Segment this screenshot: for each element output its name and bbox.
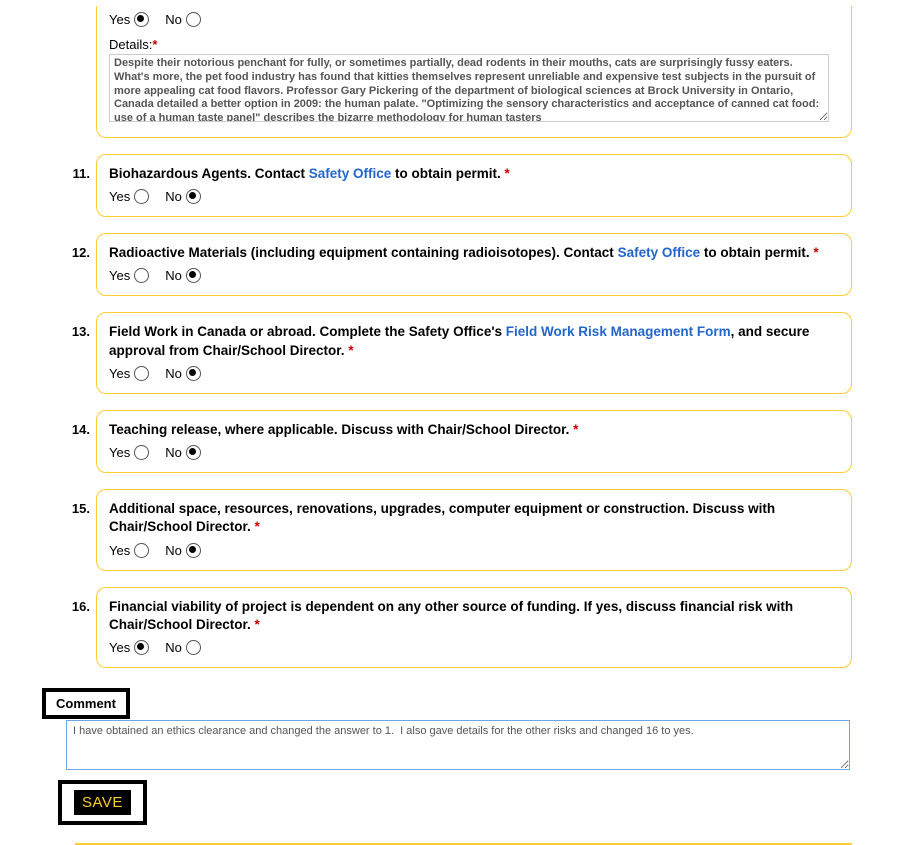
question-box: Biohazardous Agents. Contact Safety Offi… <box>96 154 852 217</box>
no-label: No <box>165 640 182 655</box>
required-marker: * <box>255 617 260 632</box>
link[interactable]: Safety Office <box>618 245 701 260</box>
required-marker: * <box>505 166 510 181</box>
yes-no-group: Yes No <box>109 445 839 460</box>
yes-label: Yes <box>109 543 130 558</box>
link[interactable]: Safety Office <box>309 166 392 181</box>
question-text: Financial viability of project is depend… <box>109 598 839 634</box>
radio-no[interactable] <box>186 12 201 27</box>
question-box: Additional space, resources, renovations… <box>96 489 852 570</box>
yes-no-group: Yes No <box>109 543 839 558</box>
question-text: Additional space, resources, renovations… <box>109 500 839 536</box>
radio-no[interactable] <box>186 445 201 460</box>
details-label: Details:* <box>109 37 839 52</box>
save-button-wrap: SAVE <box>58 780 147 825</box>
question-box: Field Work in Canada or abroad. Complete… <box>96 312 852 393</box>
required-marker: * <box>573 422 578 437</box>
radio-yes[interactable] <box>134 189 149 204</box>
radio-yes[interactable] <box>134 543 149 558</box>
question-number: 12. <box>0 233 96 260</box>
question-box: Financial viability of project is depend… <box>96 587 852 668</box>
question-10-box: Yes No Details:* <box>96 6 852 138</box>
yes-no-group: Yes No <box>109 189 839 204</box>
comment-label: Comment <box>42 688 130 719</box>
save-button[interactable]: SAVE <box>74 790 131 815</box>
radio-yes[interactable] <box>134 12 149 27</box>
yes-label: Yes <box>109 445 130 460</box>
question-number <box>0 6 96 18</box>
required-marker: * <box>813 245 818 260</box>
question-text: Field Work in Canada or abroad. Complete… <box>109 323 839 359</box>
yes-no-group: Yes No <box>109 12 839 27</box>
question-number: 15. <box>0 489 96 516</box>
details-textarea[interactable] <box>109 54 829 122</box>
radio-yes[interactable] <box>134 366 149 381</box>
yes-label: Yes <box>109 640 130 655</box>
yes-label: Yes <box>109 268 130 283</box>
question-number: 16. <box>0 587 96 614</box>
no-label: No <box>165 12 182 27</box>
no-label: No <box>165 445 182 460</box>
no-label: No <box>165 543 182 558</box>
radio-yes[interactable] <box>134 445 149 460</box>
question-number: 14. <box>0 410 96 437</box>
comment-section: Comment <box>60 688 850 770</box>
question-box: Radioactive Materials (including equipme… <box>96 233 852 296</box>
question-box: Teaching release, where applicable. Disc… <box>96 410 852 473</box>
yes-label: Yes <box>109 12 130 27</box>
radio-yes[interactable] <box>134 268 149 283</box>
comment-textarea[interactable] <box>66 720 850 770</box>
link[interactable]: Field Work Risk Management Form <box>506 324 731 339</box>
question-text: Biohazardous Agents. Contact Safety Offi… <box>109 165 839 183</box>
question-text: Radioactive Materials (including equipme… <box>109 244 839 262</box>
question-text: Teaching release, where applicable. Disc… <box>109 421 839 439</box>
required-marker: * <box>255 519 260 534</box>
yes-no-group: Yes No <box>109 268 839 283</box>
radio-no[interactable] <box>186 189 201 204</box>
yes-no-group: Yes No <box>109 640 839 655</box>
yes-label: Yes <box>109 189 130 204</box>
no-label: No <box>165 268 182 283</box>
no-label: No <box>165 366 182 381</box>
required-marker: * <box>348 343 353 358</box>
yes-label: Yes <box>109 366 130 381</box>
yes-no-group: Yes No <box>109 366 839 381</box>
radio-no[interactable] <box>186 366 201 381</box>
radio-no[interactable] <box>186 640 201 655</box>
question-number: 13. <box>0 312 96 339</box>
radio-yes[interactable] <box>134 640 149 655</box>
no-label: No <box>165 189 182 204</box>
radio-no[interactable] <box>186 268 201 283</box>
required-marker: * <box>152 37 157 52</box>
question-number: 11. <box>0 154 96 181</box>
radio-no[interactable] <box>186 543 201 558</box>
